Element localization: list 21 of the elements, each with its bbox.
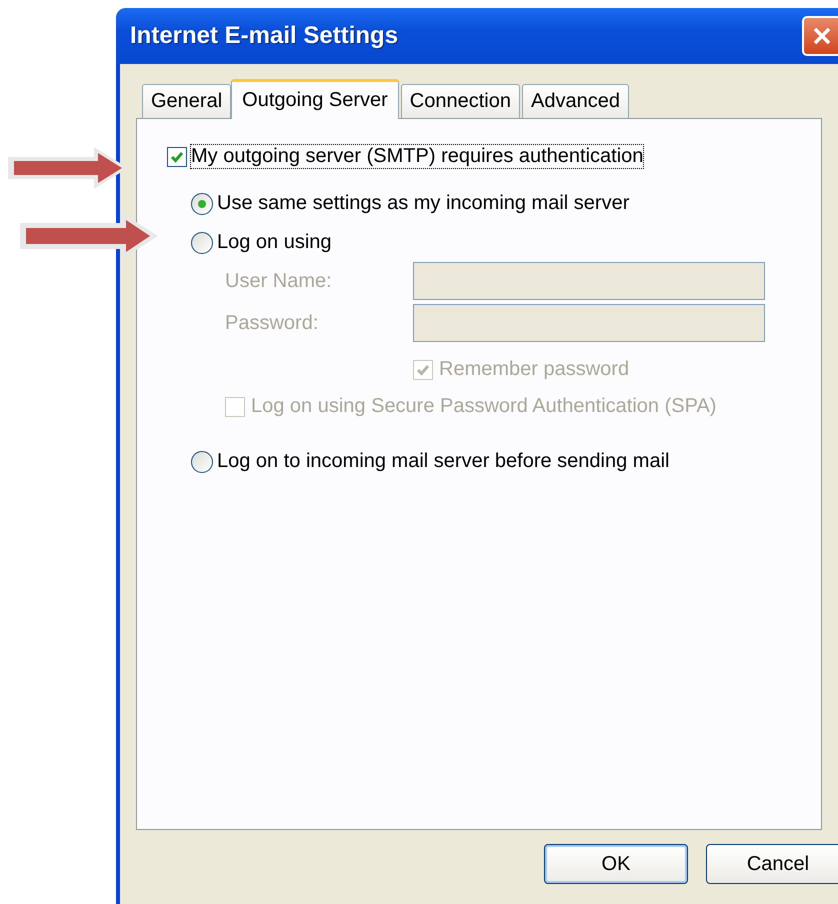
- tab[interactable]: Connection: [400, 84, 520, 118]
- close-button[interactable]: [802, 16, 838, 56]
- tab[interactable]: Outgoing Server: [231, 79, 399, 119]
- radio-button[interactable]: [191, 450, 213, 472]
- cancel-button[interactable]: Cancel: [706, 844, 838, 884]
- window-title: Internet E-mail Settings: [130, 22, 398, 50]
- checkbox-label: Log on using Secure Password Authentication (SPA): [251, 395, 716, 418]
- radio-label: Use same settings as my incoming mail server: [217, 192, 630, 215]
- field-label: User Name:: [225, 270, 333, 292]
- radio-label: Log on to incoming mail server before sending mail: [217, 450, 670, 473]
- tab[interactable]: General: [142, 84, 232, 118]
- radio-button[interactable]: [191, 232, 213, 254]
- radio-label: Log on using: [217, 231, 332, 254]
- checkbox-label: Remember password: [439, 358, 630, 381]
- checkbox-label: My outgoing server (SMTP) requires authentication: [191, 145, 644, 168]
- field-label: Password:: [225, 312, 320, 334]
- checkbox[interactable]: [167, 146, 187, 166]
- radio-button[interactable]: [191, 192, 213, 214]
- tab[interactable]: Advanced: [522, 84, 629, 118]
- close-icon: [812, 26, 832, 46]
- ok-button[interactable]: OK: [544, 844, 688, 884]
